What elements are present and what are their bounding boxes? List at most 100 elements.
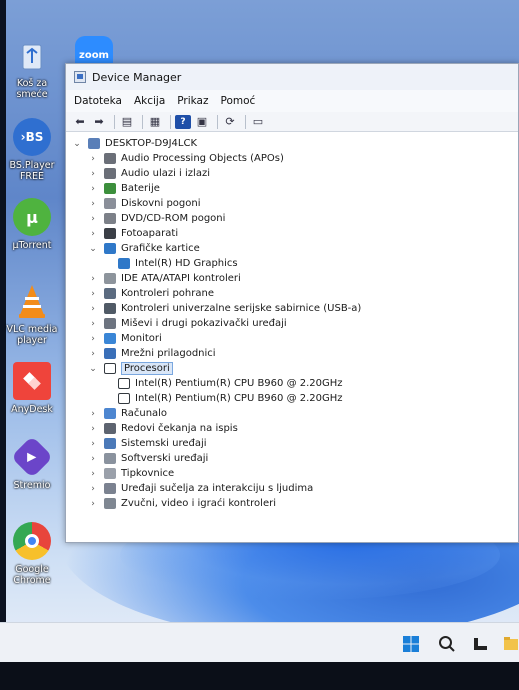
- tree-category[interactable]: › Sistemski uređaji: [66, 436, 518, 451]
- chevron-down-icon[interactable]: ⌄: [72, 139, 82, 149]
- desktop-icon-label: VLC media player: [6, 324, 58, 346]
- chevron-right-icon[interactable]: ›: [88, 304, 98, 314]
- bsplayer-icon: ›BS: [13, 118, 51, 156]
- monitor-icon: [104, 333, 116, 344]
- chevron-down-icon[interactable]: ⌄: [88, 364, 98, 374]
- software-device-icon: [104, 453, 116, 464]
- tree-item-label: Fotoaparati: [121, 228, 179, 239]
- tree-item-label: IDE ATA/ATAPI kontroleri: [121, 273, 241, 284]
- storage-icon: [104, 288, 116, 299]
- tree-category[interactable]: ⌄ Grafičke kartice: [66, 241, 518, 256]
- show-hide-tree-icon[interactable]: ▤: [119, 115, 135, 129]
- chevron-right-icon[interactable]: ›: [88, 349, 98, 359]
- tree-item-label: Intel(R) HD Graphics: [135, 258, 238, 269]
- desktop-icon-anydesk[interactable]: AnyDesk: [0, 362, 64, 415]
- chevron-right-icon[interactable]: ›: [88, 439, 98, 449]
- display-adapter-icon: [118, 258, 130, 269]
- chevron-right-icon[interactable]: ›: [88, 499, 98, 509]
- desktop-icon-stremio[interactable]: ▶ Stremio: [0, 435, 64, 491]
- desktop-icon-label: AnyDesk: [11, 404, 53, 415]
- scan-hardware-icon[interactable]: ▭: [250, 115, 266, 129]
- tree-category[interactable]: › Fotoaparati: [66, 226, 518, 241]
- device-manager-window[interactable]: Device Manager Datoteka Akcija Prikaz Po…: [65, 63, 519, 543]
- desktop-icon-label: Stremio: [13, 480, 51, 491]
- chevron-right-icon[interactable]: ›: [88, 169, 98, 179]
- tree-item-label: Kontroleri univerzalne serijske sabirnic…: [121, 303, 362, 314]
- tree-category[interactable]: › Uređaji sučelja za interakciju s ljudim…: [66, 481, 518, 496]
- folder-icon[interactable]: [504, 635, 519, 653]
- window-titlebar[interactable]: Device Manager: [66, 64, 518, 90]
- tree-category[interactable]: › IDE ATA/ATAPI kontroleri: [66, 271, 518, 286]
- properties-icon[interactable]: ▦: [147, 115, 163, 129]
- ide-icon: [104, 273, 116, 284]
- desktop-icon-label: Koš za smeće: [16, 78, 48, 100]
- tree-category[interactable]: › Monitori: [66, 331, 518, 346]
- tree-category[interactable]: › Softverski uređaji: [66, 451, 518, 466]
- device-tree: ⌄ DESKTOP-D9J4LCK › Audio Processing Obje…: [66, 134, 518, 542]
- tree-item-label: Redovi čekanja na ispis: [121, 423, 238, 434]
- desktop-icon-chrome[interactable]: Google Chrome: [0, 522, 64, 586]
- tree-root[interactable]: ⌄ DESKTOP-D9J4LCK: [66, 136, 518, 151]
- tree-child-item[interactable]: Intel(R) Pentium(R) CPU B960 @ 2.20GHz: [66, 391, 518, 406]
- view-icon[interactable]: ▣: [194, 115, 210, 129]
- dvd-icon: [104, 213, 116, 224]
- search-icon[interactable]: [438, 635, 456, 653]
- chevron-right-icon[interactable]: ›: [88, 154, 98, 164]
- chevron-right-icon[interactable]: ›: [88, 454, 98, 464]
- desktop-icon-utorrent[interactable]: µ µTorrent: [0, 198, 64, 251]
- recycle-bin-icon: [13, 36, 51, 74]
- tree-category[interactable]: › Kontroleri pohrane: [66, 286, 518, 301]
- menu-file[interactable]: Datoteka: [74, 95, 122, 107]
- vlc-icon: [13, 282, 51, 320]
- sound-icon: [104, 498, 116, 509]
- toolbar-separator: [142, 114, 143, 129]
- chevron-right-icon[interactable]: ›: [88, 424, 98, 434]
- windows-start-icon[interactable]: [402, 635, 420, 653]
- speaker-icon: [104, 168, 116, 179]
- desktop-icon-vlc[interactable]: VLC media player: [0, 282, 64, 346]
- tree-category[interactable]: › Računalo: [66, 406, 518, 421]
- chevron-right-icon[interactable]: ›: [88, 469, 98, 479]
- forward-arrow-icon[interactable]: ➡: [91, 115, 107, 129]
- chevron-right-icon[interactable]: ›: [88, 319, 98, 329]
- chevron-down-icon[interactable]: ⌄: [88, 244, 98, 254]
- network-icon: [104, 348, 116, 359]
- toolbar: ⬅ ➡ ▤ ▦ ? ▣ ⟳ ▭: [66, 112, 518, 132]
- tree-child-item[interactable]: Intel(R) HD Graphics: [66, 256, 518, 271]
- menu-help[interactable]: Pomoć: [221, 95, 256, 107]
- chevron-right-icon[interactable]: ›: [88, 334, 98, 344]
- camera-icon: [104, 228, 116, 239]
- usb-icon: [104, 303, 116, 314]
- tree-category[interactable]: › Tipkovnice: [66, 466, 518, 481]
- chevron-right-icon[interactable]: ›: [88, 484, 98, 494]
- menu-action[interactable]: Akcija: [134, 95, 165, 107]
- chevron-right-icon[interactable]: ›: [88, 409, 98, 419]
- tree-category[interactable]: › Redovi čekanja na ispis: [66, 421, 518, 436]
- chevron-right-icon[interactable]: ›: [88, 199, 98, 209]
- tree-category[interactable]: › Audio Processing Objects (APOs): [66, 151, 518, 166]
- update-driver-icon[interactable]: ⟳: [222, 115, 238, 129]
- menu-view[interactable]: Prikaz: [177, 95, 208, 107]
- tree-category[interactable]: › DVD/CD-ROM pogoni: [66, 211, 518, 226]
- tree-category[interactable]: › Kontroleri univerzalne serijske sabirni…: [66, 301, 518, 316]
- tree-category[interactable]: › Audio ulazi i izlazi: [66, 166, 518, 181]
- tree-category[interactable]: › Baterije: [66, 181, 518, 196]
- help-icon[interactable]: ?: [175, 114, 191, 129]
- tree-child-item[interactable]: Intel(R) Pentium(R) CPU B960 @ 2.20GHz: [66, 376, 518, 391]
- chevron-right-icon[interactable]: ›: [88, 274, 98, 284]
- chevron-right-icon[interactable]: ›: [88, 229, 98, 239]
- tree-category[interactable]: › Zvučni, video i igraći kontroleri: [66, 496, 518, 511]
- tree-category[interactable]: ⌄ Procesori: [66, 361, 518, 376]
- tree-item-label: Mrežni prilagodnici: [121, 348, 216, 359]
- tree-category[interactable]: › Miševi i drugi pokazivački uređaji: [66, 316, 518, 331]
- task-view-icon[interactable]: [472, 635, 490, 653]
- chevron-right-icon[interactable]: ›: [88, 289, 98, 299]
- back-arrow-icon[interactable]: ⬅: [72, 115, 88, 129]
- desktop-icon-recycle-bin[interactable]: Koš za smeće: [0, 36, 64, 100]
- tree-category[interactable]: › Mrežni prilagodnici: [66, 346, 518, 361]
- taskbar: [0, 622, 519, 662]
- chevron-right-icon[interactable]: ›: [88, 184, 98, 194]
- tree-category[interactable]: › Diskovni pogoni: [66, 196, 518, 211]
- chevron-right-icon[interactable]: ›: [88, 214, 98, 224]
- desktop-icon-bsplayer[interactable]: ›BS BS.Player FREE: [0, 118, 64, 182]
